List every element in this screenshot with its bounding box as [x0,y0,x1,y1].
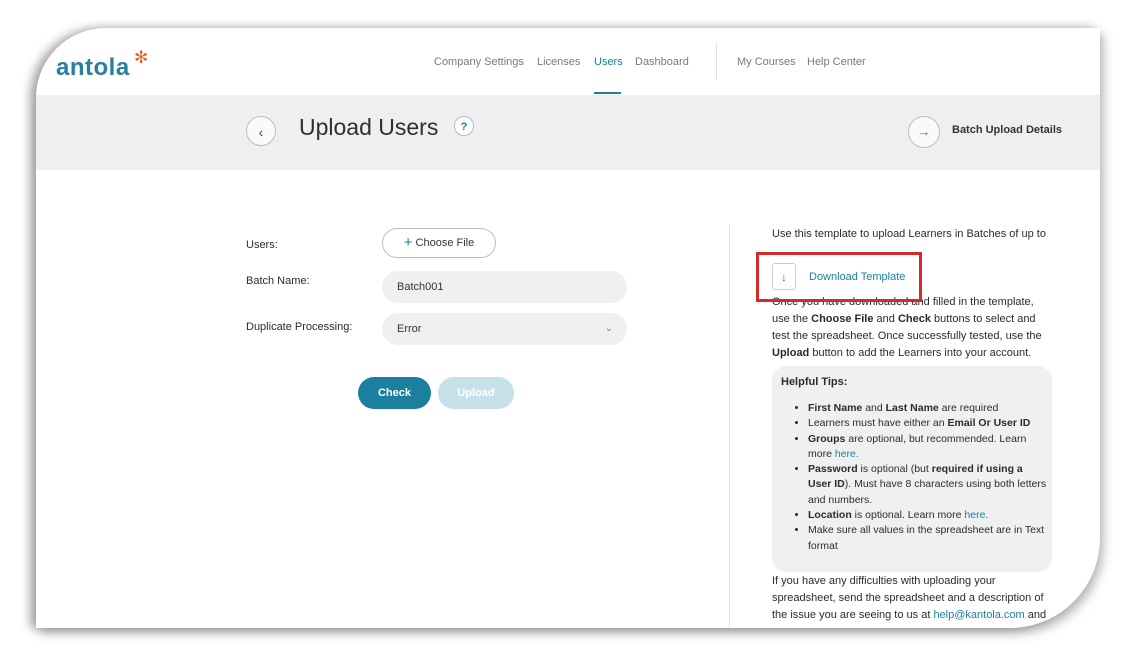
duplicate-processing-value: Error [397,323,422,335]
plus-icon: + [403,234,413,251]
nav-users[interactable]: Users [594,56,623,68]
download-template-link[interactable]: Download Template [809,271,905,283]
chevron-down-icon: ⌄ [604,323,613,334]
page-title: Upload Users [299,114,439,140]
logo-star-icon: ✻ [134,48,149,67]
top-header: antola ✻ Company Settings Licenses Users… [36,28,1100,95]
support-email-link[interactable]: help@kantola.com [933,609,1024,621]
batch-name-label: Batch Name: [246,275,310,287]
back-button[interactable]: ‹ [246,116,276,146]
app-window: antola ✻ Company Settings Licenses Users… [36,28,1100,628]
batch-details-button[interactable]: → [908,116,940,148]
users-label: Users: [246,239,278,251]
nav-my-courses[interactable]: My Courses [737,56,796,68]
arrow-right-icon: → [917,124,931,139]
active-tab-indicator [594,92,621,94]
duplicate-processing-select[interactable]: Error ⌄ [382,313,627,345]
location-here-link[interactable]: here. [964,509,988,521]
duplicate-processing-label: Duplicate Processing: [246,321,353,333]
chevron-left-icon: ‹ [258,124,264,140]
tips-title: Helpful Tips: [781,376,848,388]
nav-divider [716,42,717,80]
tip-item: Groups are optional, but recommended. Le… [808,432,1048,463]
batch-details-link[interactable]: Batch Upload Details [952,124,1062,136]
page-banner [36,95,1100,170]
nav-dashboard[interactable]: Dashboard [635,56,689,68]
batch-name-value: Batch001 [397,281,444,293]
tip-item: First Name and Last Name are required [808,401,1048,416]
download-icon[interactable]: ↓ [772,263,796,290]
tip-item: Location is optional. Learn more here. [808,508,1048,523]
tip-item: Make sure all values in the spreadsheet … [808,523,1048,554]
tips-list: First Name and Last Name are required Le… [794,401,1048,554]
tip-item: Password is optional (but required if us… [808,462,1048,508]
helpful-tips-panel: Helpful Tips: First Name and Last Name a… [772,366,1052,572]
nav-help-center[interactable]: Help Center [807,56,866,68]
batch-name-input[interactable]: Batch001 [382,271,627,303]
upload-button[interactable]: Upload [438,377,514,409]
nav-licenses[interactable]: Licenses [537,56,580,68]
column-divider [729,225,730,628]
instructions-text: Once you have downloaded and filled in t… [772,296,1042,359]
tip-item: Learners must have either an Email Or Us… [808,416,1048,431]
choose-file-label: Choose File [415,237,475,249]
choose-file-button[interactable]: + Choose File [382,228,496,258]
intro-text: Use this template to upload Learners in … [772,228,1046,246]
support-text: If you have any difficulties with upload… [772,575,1047,621]
check-button[interactable]: Check [358,377,431,409]
groups-here-link[interactable]: here. [835,448,859,460]
help-question-icon[interactable]: ? [454,116,474,136]
kantola-logo[interactable]: antola [56,54,130,82]
nav-company-settings[interactable]: Company Settings [434,56,524,68]
